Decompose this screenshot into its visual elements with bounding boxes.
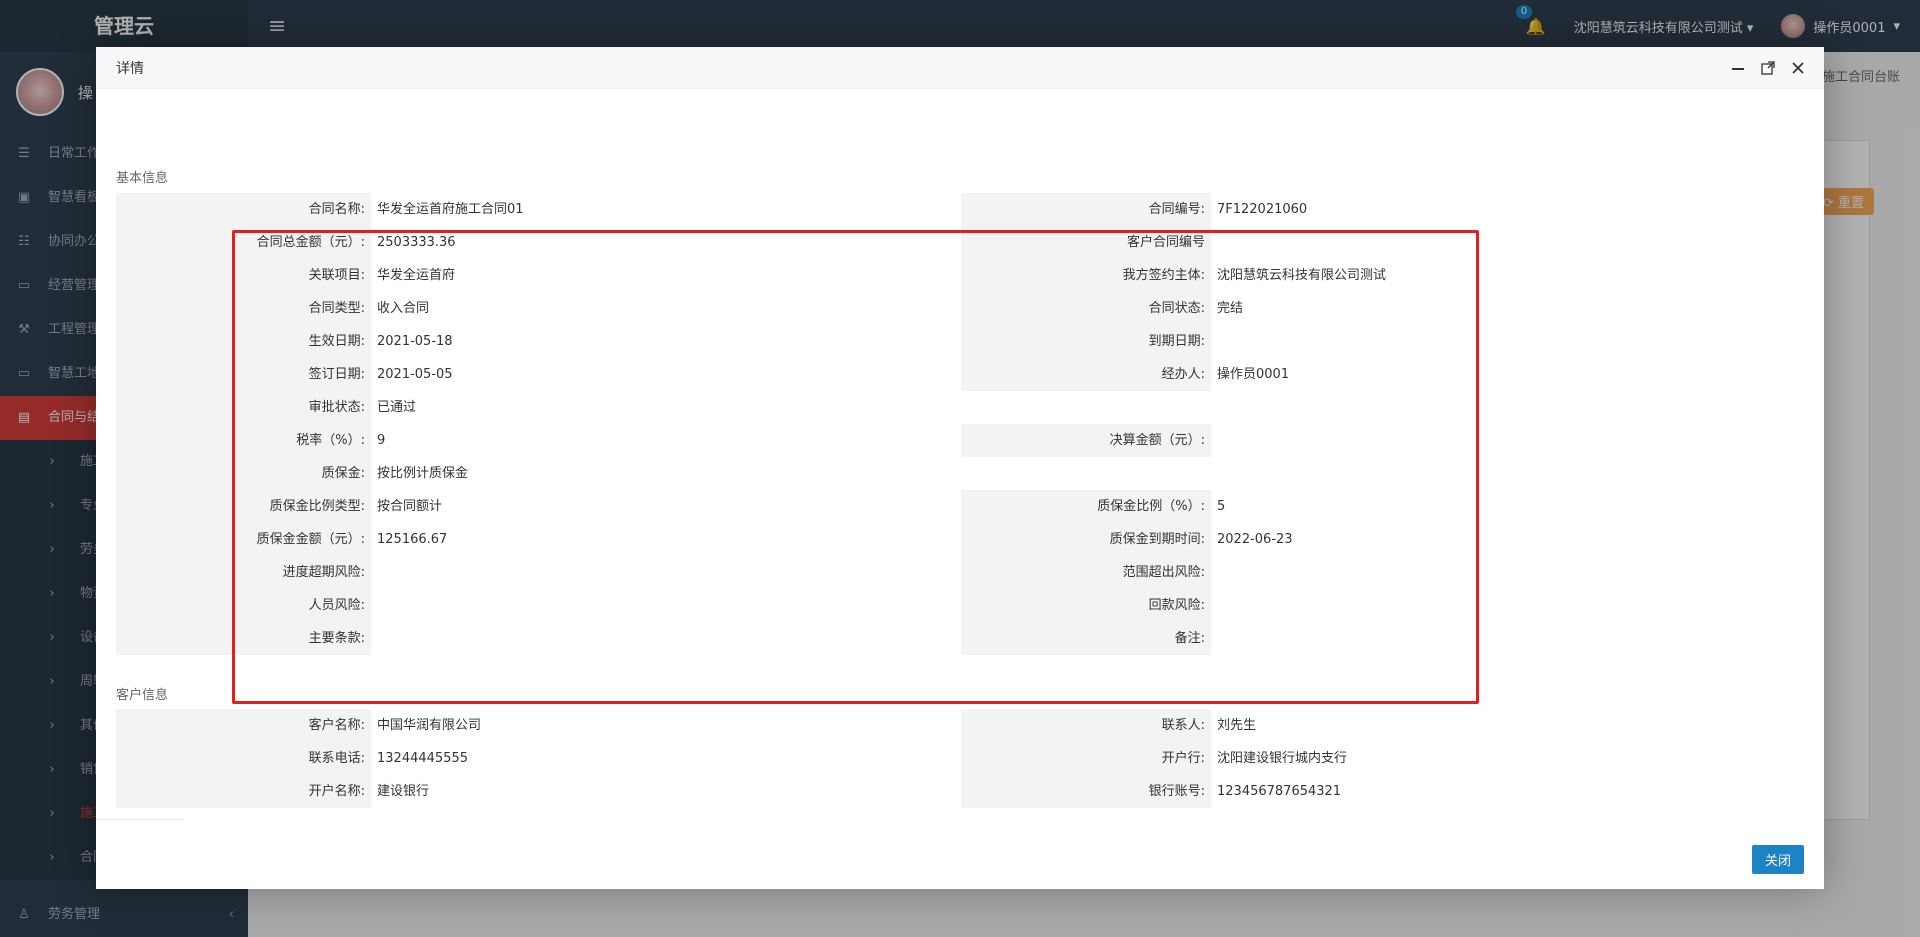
field-value: 7F122021060 bbox=[1211, 193, 1476, 226]
field-label: 质保金到期时间: bbox=[961, 523, 1211, 556]
detail-row: 合同名称: 华发全运首府施工合同01 合同编号: 7F122021060 bbox=[116, 193, 1476, 226]
field-value: 华发全运首府施工合同01 bbox=[371, 193, 961, 226]
field-label: 生效日期: bbox=[116, 325, 371, 358]
field-value: 完结 bbox=[1211, 292, 1476, 325]
field-value: 沈阳建设银行城内支行 bbox=[1211, 742, 1476, 775]
field-label: 质保金比例（%）: bbox=[961, 490, 1211, 523]
field-value: 5 bbox=[1211, 490, 1476, 523]
scroll-indicator bbox=[96, 819, 184, 829]
field-label: 开户名称: bbox=[116, 775, 371, 808]
detail-row: 质保金: 按比例计质保金 bbox=[116, 457, 1476, 490]
field-label: 开户行: bbox=[961, 742, 1211, 775]
field-label: 我方签约主体: bbox=[961, 259, 1211, 292]
field-label: 合同总金额（元）: bbox=[116, 226, 371, 259]
modal-title: 详情 bbox=[116, 60, 144, 77]
field-label: 银行账号: bbox=[961, 775, 1211, 808]
detail-row: 客户名称: 中国华润有限公司 联系人: 刘先生 bbox=[116, 709, 1476, 742]
section-title-basic: 基本信息 bbox=[116, 171, 169, 186]
field-value: 9 bbox=[371, 424, 961, 457]
field-value: 刘先生 bbox=[1211, 709, 1476, 742]
field-value: 按比例计质保金 bbox=[371, 457, 961, 490]
detail-row: 开户名称: 建设银行 银行账号: 123456787654321 bbox=[116, 775, 1476, 808]
field-label: 联系人: bbox=[961, 709, 1211, 742]
field-label: 质保金: bbox=[116, 457, 371, 490]
field-label bbox=[961, 457, 1211, 490]
field-value: 沈阳慧筑云科技有限公司测试 bbox=[1211, 259, 1476, 292]
detail-row: 关联项目: 华发全运首府 我方签约主体: 沈阳慧筑云科技有限公司测试 bbox=[116, 259, 1476, 292]
modal-header: 详情 bbox=[96, 47, 1824, 89]
detail-row: 税率（%）: 9 决算金额（元）: bbox=[116, 424, 1476, 457]
field-value: 2503333.36 bbox=[371, 226, 961, 259]
field-value bbox=[1211, 589, 1476, 622]
basic-info-grid: 合同名称: 华发全运首府施工合同01 合同编号: 7F122021060 合同总金额（元… bbox=[116, 193, 1476, 655]
field-value: 2021-05-18 bbox=[371, 325, 961, 358]
field-value: 已通过 bbox=[371, 391, 961, 424]
field-value: 操作员0001 bbox=[1211, 358, 1476, 391]
detail-row: 审批状态: 已通过 bbox=[116, 391, 1476, 424]
field-label: 决算金额（元）: bbox=[961, 424, 1211, 457]
field-value bbox=[371, 556, 961, 589]
field-value: 125166.67 bbox=[371, 523, 961, 556]
close-button[interactable]: 关闭 bbox=[1751, 845, 1804, 874]
field-label: 联系电话: bbox=[116, 742, 371, 775]
field-value: 123456787654321 bbox=[1211, 775, 1476, 808]
detail-row: 进度超期风险: 范围超出风险: bbox=[116, 556, 1476, 589]
field-value: 中国华润有限公司 bbox=[371, 709, 961, 742]
modal-body: 基本信息 合同名称: 华发全运首府施工合同01 合同编号: 7F122021060 合同… bbox=[96, 89, 1824, 827]
detail-row: 主要条款: 备注: bbox=[116, 622, 1476, 655]
field-value: 13244445555 bbox=[371, 742, 961, 775]
field-value bbox=[1211, 226, 1476, 259]
field-label: 主要条款: bbox=[116, 622, 371, 655]
minimize-icon[interactable] bbox=[1730, 60, 1746, 76]
field-label: 范围超出风险: bbox=[961, 556, 1211, 589]
field-label: 进度超期风险: bbox=[116, 556, 371, 589]
detail-row: 签订日期: 2021-05-05 经办人: 操作员0001 bbox=[116, 358, 1476, 391]
field-label: 合同编号: bbox=[961, 193, 1211, 226]
detail-row: 合同类型: 收入合同 合同状态: 完结 bbox=[116, 292, 1476, 325]
detail-row: 人员风险: 回款风险: bbox=[116, 589, 1476, 622]
field-value bbox=[1211, 424, 1476, 457]
field-value bbox=[371, 589, 961, 622]
field-value bbox=[1211, 622, 1476, 655]
field-label: 回款风险: bbox=[961, 589, 1211, 622]
field-label: 合同状态: bbox=[961, 292, 1211, 325]
modal-footer: 关闭 bbox=[96, 827, 1824, 889]
field-value bbox=[371, 622, 961, 655]
field-value bbox=[1211, 556, 1476, 589]
field-value: 收入合同 bbox=[371, 292, 961, 325]
detail-modal: 详情 基本信息 合同名称: 华发全运首府施工合同01 合同编号: 7F12202106… bbox=[96, 47, 1824, 889]
field-label: 人员风险: bbox=[116, 589, 371, 622]
field-label: 签订日期: bbox=[116, 358, 371, 391]
field-label: 税率（%）: bbox=[116, 424, 371, 457]
field-label: 质保金金额（元）: bbox=[116, 523, 371, 556]
customer-info-grid: 客户名称: 中国华润有限公司 联系人: 刘先生 联系电话: 13244445555 开户行:… bbox=[116, 709, 1476, 808]
field-value bbox=[1211, 391, 1476, 424]
field-label bbox=[961, 391, 1211, 424]
field-label: 审批状态: bbox=[116, 391, 371, 424]
field-label: 客户名称: bbox=[116, 709, 371, 742]
field-value: 华发全运首府 bbox=[371, 259, 961, 292]
field-label: 客户合同编号 bbox=[961, 226, 1211, 259]
field-value: 建设银行 bbox=[371, 775, 961, 808]
detail-row: 合同总金额（元）: 2503333.36 客户合同编号 bbox=[116, 226, 1476, 259]
field-label: 关联项目: bbox=[116, 259, 371, 292]
detail-row: 质保金比例类型: 按合同额计 质保金比例（%）: 5 bbox=[116, 490, 1476, 523]
field-label: 质保金比例类型: bbox=[116, 490, 371, 523]
field-label: 合同类型: bbox=[116, 292, 371, 325]
field-label: 备注: bbox=[961, 622, 1211, 655]
field-value bbox=[1211, 325, 1476, 358]
field-label: 合同名称: bbox=[116, 193, 371, 226]
field-value: 2021-05-05 bbox=[371, 358, 961, 391]
field-value: 按合同额计 bbox=[371, 490, 961, 523]
maximize-icon[interactable] bbox=[1760, 60, 1776, 76]
detail-row: 联系电话: 13244445555 开户行: 沈阳建设银行城内支行 bbox=[116, 742, 1476, 775]
field-label: 到期日期: bbox=[961, 325, 1211, 358]
field-label: 经办人: bbox=[961, 358, 1211, 391]
detail-row: 质保金金额（元）: 125166.67 质保金到期时间: 2022-06-23 bbox=[116, 523, 1476, 556]
close-icon[interactable] bbox=[1790, 60, 1806, 76]
field-value bbox=[1211, 457, 1476, 490]
field-value: 2022-06-23 bbox=[1211, 523, 1476, 556]
section-title-customer: 客户信息 bbox=[116, 688, 169, 703]
detail-row: 生效日期: 2021-05-18 到期日期: bbox=[116, 325, 1476, 358]
